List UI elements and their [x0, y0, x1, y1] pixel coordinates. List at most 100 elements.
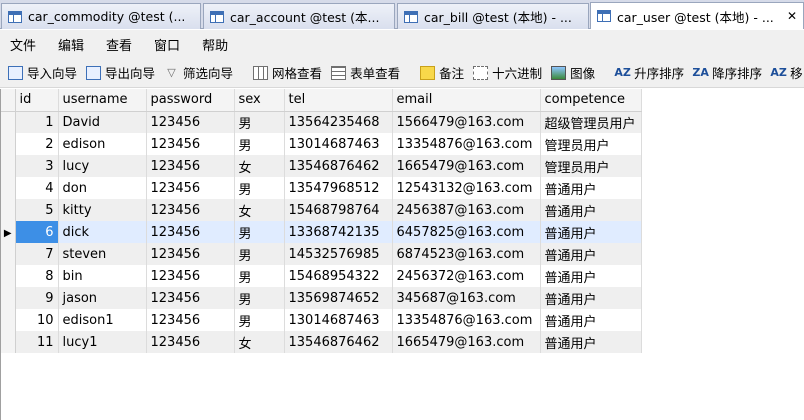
- cell-password[interactable]: 123456: [146, 265, 235, 287]
- cell-competence[interactable]: 普通用户: [540, 309, 642, 331]
- cell-competence[interactable]: 普通用户: [540, 331, 642, 353]
- column-header-sex[interactable]: sex: [234, 89, 285, 112]
- cell-email[interactable]: 6874523@163.com: [392, 243, 541, 265]
- table-row[interactable]: 8 bin 123456 男 15468954322 2456372@163.com 普通用…: [1, 265, 642, 287]
- note-button[interactable]: 备注: [420, 63, 464, 82]
- export-wizard-button[interactable]: 导出向导: [86, 63, 155, 82]
- cell-id[interactable]: 1: [15, 111, 59, 133]
- table-row[interactable]: 10 edison1 123456 男 13014687463 13354876@163.…: [1, 309, 642, 331]
- cell-tel[interactable]: 14532576985: [284, 243, 393, 265]
- menu-edit[interactable]: 编辑: [48, 35, 96, 54]
- row-indicator[interactable]: [1, 133, 16, 155]
- cell-sex[interactable]: 男: [234, 287, 285, 309]
- column-header-competence[interactable]: competence: [540, 89, 642, 112]
- cell-competence[interactable]: 超级管理员用户: [540, 111, 642, 133]
- cell-tel[interactable]: 13546876462: [284, 331, 393, 353]
- column-header-username[interactable]: username: [58, 89, 147, 112]
- cell-email[interactable]: 1665479@163.com: [392, 155, 541, 177]
- cell-tel[interactable]: 13014687463: [284, 309, 393, 331]
- cell-id[interactable]: 11: [15, 331, 59, 353]
- table-row[interactable]: 3 lucy 123456 女 13546876462 1665479@163.com 管理…: [1, 155, 642, 177]
- hex-button[interactable]: 十六进制: [473, 63, 542, 82]
- cell-competence[interactable]: 普通用户: [540, 221, 642, 243]
- row-indicator[interactable]: [1, 177, 16, 199]
- sort-ascending-button[interactable]: AZ 升序排序: [614, 63, 684, 82]
- table-row[interactable]: 9 jason 123456 男 13569874652 345687@163.com 普通…: [1, 287, 642, 309]
- cell-email[interactable]: 13354876@163.com: [392, 133, 541, 155]
- column-header-password[interactable]: password: [146, 89, 235, 112]
- image-button[interactable]: 图像: [551, 63, 595, 82]
- tab-car-bill[interactable]: car_bill @test (本地) - ...: [397, 3, 589, 29]
- menu-window[interactable]: 窗口: [144, 35, 192, 54]
- cell-password[interactable]: 123456: [146, 133, 235, 155]
- cell-email[interactable]: 2456372@163.com: [392, 265, 541, 287]
- cell-id[interactable]: 8: [15, 265, 59, 287]
- cell-username[interactable]: steven: [58, 243, 147, 265]
- menu-file[interactable]: 文件: [0, 35, 48, 54]
- cell-tel[interactable]: 13368742135: [284, 221, 393, 243]
- sort-descending-button[interactable]: ZA 降序排序: [692, 63, 762, 82]
- row-indicator[interactable]: [1, 243, 16, 265]
- cell-tel[interactable]: 15468798764: [284, 199, 393, 221]
- row-indicator[interactable]: [1, 331, 16, 353]
- filter-wizard-button[interactable]: ▽ 筛选向导: [164, 63, 233, 82]
- cell-id[interactable]: 7: [15, 243, 59, 265]
- table-row[interactable]: 4 don 123456 男 13547968512 12543132@163.com 普通…: [1, 177, 642, 199]
- cell-id[interactable]: 10: [15, 309, 59, 331]
- cell-password[interactable]: 123456: [146, 155, 235, 177]
- cell-id[interactable]: 5: [15, 199, 59, 221]
- table-row[interactable]: 2 edison 123456 男 13014687463 13354876@163.co…: [1, 133, 642, 155]
- cell-sex[interactable]: 男: [234, 111, 285, 133]
- cell-sex[interactable]: 男: [234, 265, 285, 287]
- table-row[interactable]: 1 David 123456 男 13564235468 1566479@163.com 超…: [1, 111, 642, 133]
- tab-car-account[interactable]: car_account @test (本...: [203, 3, 395, 29]
- cell-username[interactable]: edison: [58, 133, 147, 155]
- cell-competence[interactable]: 管理员用户: [540, 155, 642, 177]
- row-indicator[interactable]: [1, 309, 16, 331]
- column-header-email[interactable]: email: [392, 89, 541, 112]
- cell-tel[interactable]: 13546876462: [284, 155, 393, 177]
- cell-id[interactable]: 6: [15, 221, 59, 243]
- cell-competence[interactable]: 普通用户: [540, 265, 642, 287]
- menu-help[interactable]: 帮助: [192, 35, 240, 54]
- cell-id[interactable]: 4: [15, 177, 59, 199]
- cell-sex[interactable]: 男: [234, 133, 285, 155]
- tab-car-user[interactable]: car_user @test (本地) - ... ✕: [590, 2, 804, 29]
- row-indicator[interactable]: ▶: [1, 221, 16, 243]
- cell-email[interactable]: 12543132@163.com: [392, 177, 541, 199]
- cell-competence[interactable]: 普通用户: [540, 199, 642, 221]
- cell-competence[interactable]: 普通用户: [540, 287, 642, 309]
- cell-competence[interactable]: 普通用户: [540, 243, 642, 265]
- cell-username[interactable]: David: [58, 111, 147, 133]
- cell-sex[interactable]: 女: [234, 155, 285, 177]
- cell-competence[interactable]: 管理员用户: [540, 133, 642, 155]
- cell-tel[interactable]: 15468954322: [284, 265, 393, 287]
- cell-sex[interactable]: 男: [234, 309, 285, 331]
- cell-sex[interactable]: 男: [234, 243, 285, 265]
- cell-username[interactable]: bin: [58, 265, 147, 287]
- cell-id[interactable]: 9: [15, 287, 59, 309]
- cell-password[interactable]: 123456: [146, 199, 235, 221]
- cell-id[interactable]: 2: [15, 133, 59, 155]
- row-indicator[interactable]: [1, 199, 16, 221]
- cell-email[interactable]: 13354876@163.com: [392, 309, 541, 331]
- table-row[interactable]: 11 lucy1 123456 女 13546876462 1665479@163.com…: [1, 331, 642, 353]
- table-row[interactable]: 5 kitty 123456 女 15468798764 2456387@163.com 普…: [1, 199, 642, 221]
- cell-password[interactable]: 123456: [146, 177, 235, 199]
- cell-email[interactable]: 345687@163.com: [392, 287, 541, 309]
- cell-password[interactable]: 123456: [146, 243, 235, 265]
- cell-email[interactable]: 2456387@163.com: [392, 199, 541, 221]
- row-indicator[interactable]: [1, 265, 16, 287]
- cell-tel[interactable]: 13014687463: [284, 133, 393, 155]
- form-view-button[interactable]: 表单查看: [331, 63, 400, 82]
- cell-tel[interactable]: 13564235468: [284, 111, 393, 133]
- cell-username[interactable]: dick: [58, 221, 147, 243]
- cell-sex[interactable]: 男: [234, 177, 285, 199]
- column-header-tel[interactable]: tel: [284, 89, 393, 112]
- cell-username[interactable]: lucy: [58, 155, 147, 177]
- column-header-id[interactable]: id: [15, 89, 59, 112]
- cell-password[interactable]: 123456: [146, 309, 235, 331]
- close-icon[interactable]: ✕: [787, 9, 797, 23]
- cell-username[interactable]: kitty: [58, 199, 147, 221]
- cell-sex[interactable]: 男: [234, 221, 285, 243]
